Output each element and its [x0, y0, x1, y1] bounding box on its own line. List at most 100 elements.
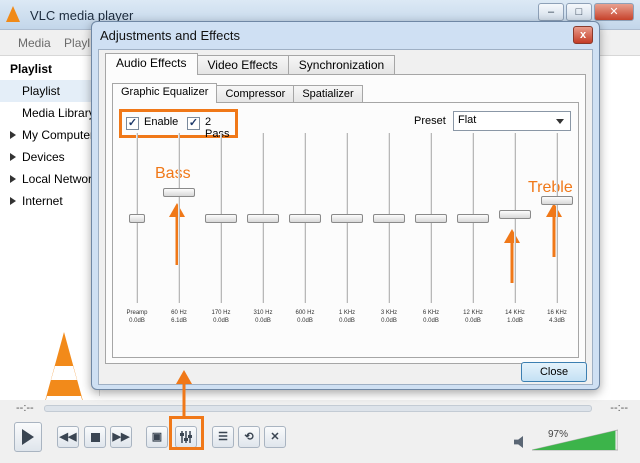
speaker-icon[interactable]	[514, 436, 523, 448]
shuffle-button[interactable]: ✕	[264, 426, 286, 448]
stop-button[interactable]	[84, 426, 106, 448]
enable-checkbox[interactable]: ✓	[126, 117, 139, 130]
dialog-title: Adjustments and Effects	[100, 28, 240, 43]
sidebar-item-label: Playlist	[22, 84, 61, 98]
eq-band-gain: 0.0dB	[465, 318, 481, 324]
preset-dropdown[interactable]: Flat	[453, 111, 571, 131]
eq-slider-track[interactable]	[178, 133, 180, 303]
eq-slider-thumb[interactable]	[129, 214, 145, 223]
eq-slider-thumb[interactable]	[373, 214, 405, 223]
expand-arrow-icon[interactable]	[10, 153, 16, 161]
eq-band: 12 KHz 0.0dB	[453, 133, 493, 329]
eq-band: 60 Hz 6.1dB	[159, 133, 199, 329]
playback-controls: ◀◀ ▶▶ ▣ ☰ ⟲ ✕ 97%	[0, 416, 640, 463]
equalizer-hint-arrow-icon	[176, 370, 192, 416]
minimize-button[interactable]: –	[538, 3, 564, 21]
eq-slider-thumb[interactable]	[289, 214, 321, 223]
eq-band-gain: 0.0dB	[213, 318, 229, 324]
tab-video-effects[interactable]: Video Effects	[196, 55, 289, 75]
preset-label: Preset	[414, 115, 446, 127]
eq-band: Preamp 0.0dB	[117, 133, 157, 329]
previous-button[interactable]: ◀◀	[57, 426, 79, 448]
dialog-close-icon[interactable]: x	[573, 26, 593, 44]
eq-band-gain: 6.1dB	[171, 318, 187, 324]
sidebar-item-label: Devices	[22, 150, 65, 164]
eq-band-gain: 0.0dB	[129, 318, 145, 324]
eq-slider-thumb[interactable]	[457, 214, 489, 223]
loop-button[interactable]: ⟲	[238, 426, 260, 448]
eq-slider-thumb[interactable]	[247, 214, 279, 223]
seek-row: --:-- --:--	[0, 400, 640, 416]
sidebar-item[interactable]: Media Library	[0, 102, 99, 124]
tab-graphic-equalizer[interactable]: Graphic Equalizer	[112, 83, 218, 103]
loop-icon: ⟲	[244, 430, 254, 443]
eq-band-gain: 0.0dB	[381, 318, 397, 324]
expand-arrow-icon[interactable]	[10, 175, 16, 183]
playlist-button[interactable]: ☰	[212, 426, 234, 448]
fullscreen-button[interactable]: ▣	[146, 426, 168, 448]
play-icon	[22, 429, 34, 445]
eq-band-frequency: Preamp	[126, 310, 148, 316]
dialog-body: Audio Effects Video Effects Synchronizat…	[98, 49, 593, 385]
expand-arrow-icon[interactable]	[10, 131, 16, 139]
play-button[interactable]	[14, 422, 42, 452]
chevron-down-icon	[556, 119, 564, 124]
next-button[interactable]: ▶▶	[110, 426, 132, 448]
sidebar-item-label: Media Library	[22, 106, 95, 120]
shuffle-icon: ✕	[270, 430, 280, 443]
audio-effects-panel: Graphic Equalizer Compressor Spatializer…	[105, 74, 586, 364]
eq-band-gain: 0.0dB	[339, 318, 355, 324]
eq-band-frequency: 600 Hz	[295, 310, 315, 316]
sidebar-item[interactable]: Playlist	[0, 80, 99, 102]
sidebar-item[interactable]: My Computer	[0, 124, 99, 146]
tab-synchronization[interactable]: Synchronization	[287, 55, 396, 75]
eq-band-gain: 4.3dB	[549, 318, 565, 324]
playlist-sidebar: Playlist Playlist Media Library My Compute…	[0, 56, 100, 440]
eq-band-frequency: 16 KHz	[547, 310, 567, 316]
sidebar-item-label: My Computer	[22, 128, 95, 142]
eq-band: 3 KHz 0.0dB	[369, 133, 409, 329]
window-close-button[interactable]: ✕	[594, 3, 634, 21]
eq-slider-thumb[interactable]	[163, 187, 195, 197]
tab-spatializer[interactable]: Spatializer	[293, 85, 363, 103]
eq-band-frequency: 3 KHz	[380, 310, 398, 316]
sidebar-item[interactable]: Devices	[0, 146, 99, 168]
menu-playback[interactable]: Playl	[64, 30, 90, 56]
fullscreen-icon: ▣	[151, 430, 163, 443]
eq-band-frequency: 12 KHz	[463, 310, 483, 316]
maximize-button[interactable]: □	[566, 3, 592, 21]
sidebar-item-label: Local Network	[22, 172, 99, 186]
eq-slider-thumb[interactable]	[205, 214, 237, 223]
eq-slider-thumb[interactable]	[499, 209, 531, 219]
enable-label: Enable	[144, 116, 179, 128]
sidebar-item[interactable]: Internet	[0, 190, 99, 212]
menu-media[interactable]: Media	[18, 30, 51, 56]
eq-band: 310 Hz 0.0dB	[243, 133, 283, 329]
seek-bar[interactable]	[44, 405, 592, 412]
total-time: --:--	[610, 402, 628, 414]
main-tabs: Audio Effects Video Effects Synchronizat…	[105, 53, 396, 75]
stop-icon	[90, 432, 100, 442]
next-icon: ▶▶	[112, 430, 130, 443]
equalizer-panel: ✓ Enable ✓ 2 Pass Preset Flat Bass Trebl…	[112, 102, 579, 358]
volume-slider[interactable]	[532, 428, 618, 452]
eq-band-frequency: 310 Hz	[253, 310, 273, 316]
eq-band-gain: 0.0dB	[255, 318, 271, 324]
close-button[interactable]: Close	[521, 362, 587, 382]
volume-percent: 97%	[548, 429, 569, 440]
tab-audio-effects[interactable]: Audio Effects	[105, 53, 198, 75]
equalizer-button-highlight	[169, 416, 204, 450]
eq-slider-track[interactable]	[556, 133, 558, 303]
eq-band-gain: 0.0dB	[297, 318, 313, 324]
expand-arrow-icon[interactable]	[10, 197, 16, 205]
preset-value: Flat	[458, 114, 477, 126]
tab-compressor[interactable]: Compressor	[216, 85, 295, 103]
eq-band-gain: 0.0dB	[423, 318, 439, 324]
eq-slider-thumb[interactable]	[415, 214, 447, 223]
eq-slider-thumb[interactable]	[541, 195, 573, 205]
two-pass-checkbox[interactable]: ✓	[187, 117, 200, 130]
eq-slider-thumb[interactable]	[331, 214, 363, 223]
audio-subtabs: Graphic Equalizer Compressor Spatializer	[112, 83, 363, 103]
playlist-icon: ☰	[218, 430, 228, 443]
sidebar-item[interactable]: Local Network	[0, 168, 99, 190]
